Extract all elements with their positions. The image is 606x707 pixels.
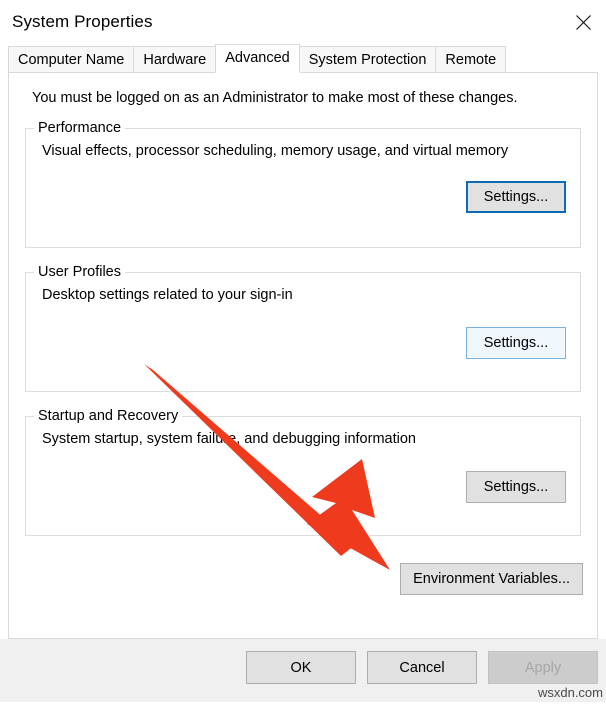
user-profiles-group: User Profiles Desktop settings related t… bbox=[25, 272, 581, 392]
tab-strip: Computer Name Hardware Advanced System P… bbox=[0, 44, 606, 72]
admin-notice-text: You must be logged on as an Administrato… bbox=[9, 73, 597, 106]
apply-button: Apply bbox=[488, 651, 598, 684]
close-x-icon bbox=[575, 14, 592, 31]
startup-recovery-group: Startup and Recovery System startup, sys… bbox=[25, 416, 581, 536]
tab-system-protection[interactable]: System Protection bbox=[299, 46, 437, 73]
tab-advanced[interactable]: Advanced bbox=[215, 44, 300, 73]
title-bar: System Properties bbox=[0, 0, 606, 44]
tab-hardware[interactable]: Hardware bbox=[133, 46, 216, 73]
tab-remote[interactable]: Remote bbox=[435, 46, 506, 73]
site-watermark: wsxdn.com bbox=[538, 685, 603, 700]
user-profiles-group-label: User Profiles bbox=[34, 264, 125, 280]
startup-recovery-settings-button[interactable]: Settings... bbox=[466, 471, 566, 503]
advanced-tab-panel: You must be logged on as an Administrato… bbox=[8, 72, 598, 639]
window-title: System Properties bbox=[0, 12, 153, 32]
system-properties-window: System Properties Computer Name Hardware… bbox=[0, 0, 606, 702]
startup-recovery-group-label: Startup and Recovery bbox=[34, 408, 182, 424]
close-window-button[interactable] bbox=[560, 0, 606, 44]
ok-button[interactable]: OK bbox=[246, 651, 356, 684]
cancel-button[interactable]: Cancel bbox=[367, 651, 477, 684]
tab-computer-name[interactable]: Computer Name bbox=[8, 46, 134, 73]
dialog-footer: OK Cancel Apply bbox=[0, 639, 606, 702]
environment-variables-button[interactable]: Environment Variables... bbox=[400, 563, 583, 595]
performance-group-label: Performance bbox=[34, 120, 125, 136]
performance-group: Performance Visual effects, processor sc… bbox=[25, 128, 581, 248]
user-profiles-settings-button[interactable]: Settings... bbox=[466, 327, 566, 359]
performance-settings-button[interactable]: Settings... bbox=[466, 181, 566, 213]
